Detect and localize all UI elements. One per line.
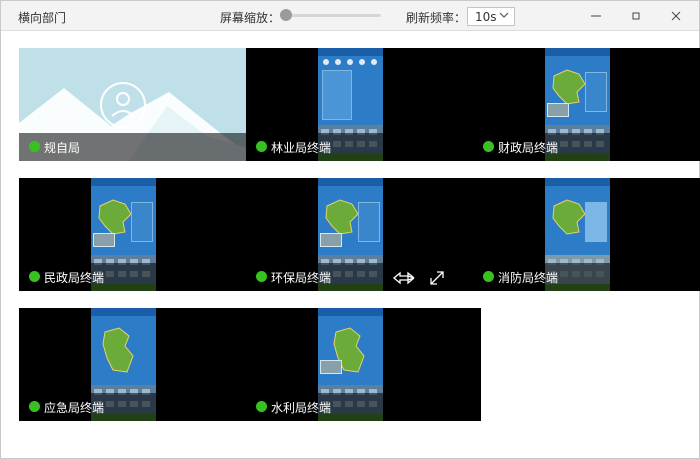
window-title: 横向部门 [18,11,67,25]
refresh-value: 10s [475,10,497,24]
tile-caption: 林业局终端 [246,133,481,161]
terminal-tile[interactable]: 消防局终端 [473,178,700,291]
minimize-button[interactable] [576,1,616,31]
terminal-tile[interactable]: 水利局终端 [246,308,481,421]
window: 横向部门 屏幕缩放： 刷新频率： 10s 规自局 林业局终端 财政局终端 民政局… [0,0,700,459]
swap-icon[interactable] [393,271,415,285]
online-status-icon [29,141,40,152]
maximize-button[interactable] [616,1,656,31]
terminal-name: 规自局 [44,141,81,155]
online-status-icon [483,141,494,152]
terminal-tile[interactable]: 财政局终端 [473,48,700,161]
terminal-name: 环保局终端 [271,271,332,285]
terminal-name: 财政局终端 [498,141,559,155]
online-status-icon [256,141,267,152]
maximize-icon [632,12,640,20]
online-status-icon [29,401,40,412]
terminal-name: 应急局终端 [44,401,105,415]
terminal-tile[interactable]: 环保局终端 [246,178,481,291]
tile-caption: 应急局终端 [19,393,254,421]
close-icon [671,11,681,21]
refresh-select[interactable]: 10s [467,7,515,26]
online-status-icon [256,271,267,282]
zoom-label: 屏幕缩放： [220,11,281,25]
terminal-tile[interactable]: 民政局终端 [19,178,254,291]
close-button[interactable] [656,1,696,31]
terminal-tile[interactable]: 林业局终端 [246,48,481,161]
terminal-name: 消防局终端 [498,271,559,285]
online-status-icon [256,401,267,412]
minimize-icon [591,15,601,17]
refresh-label: 刷新频率： [406,11,467,25]
terminal-name: 林业局终端 [271,141,332,155]
tile-caption: 财政局终端 [473,133,700,161]
terminal-tile[interactable]: 规自局 [19,48,254,161]
titlebar: 横向部门 屏幕缩放： 刷新频率： 10s [1,1,699,31]
tile-caption: 环保局终端 [246,263,481,291]
online-status-icon [29,271,40,282]
zoom-slider-handle[interactable] [280,9,292,21]
tile-caption: 规自局 [19,133,254,161]
terminal-name: 民政局终端 [44,271,105,285]
zoom-slider[interactable] [280,9,381,21]
tile-caption: 水利局终端 [246,393,481,421]
tile-caption: 民政局终端 [19,263,254,291]
fullscreen-icon[interactable] [429,270,445,286]
online-status-icon [483,271,494,282]
tile-caption: 消防局终端 [473,263,700,291]
chevron-down-icon [499,12,509,18]
terminal-name: 水利局终端 [271,401,332,415]
terminal-tile[interactable]: 应急局终端 [19,308,254,421]
zoom-slider-track[interactable] [280,14,381,17]
